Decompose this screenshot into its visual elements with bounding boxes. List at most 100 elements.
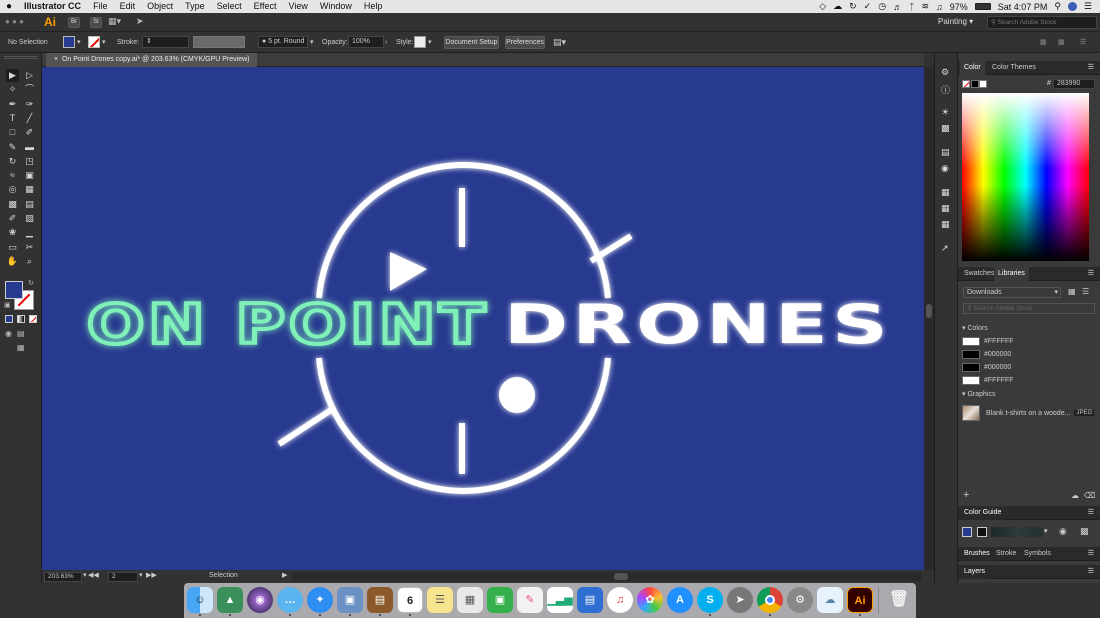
pen-tool-icon[interactable]: ✒ xyxy=(6,98,19,111)
menu-file[interactable]: File xyxy=(87,0,114,13)
shape-builder-tool-icon[interactable]: ◎ xyxy=(6,183,19,196)
stroke-swatch[interactable] xyxy=(88,36,100,48)
color-panel-menu-icon[interactable]: ☰ xyxy=(1084,61,1098,75)
timemachine-icon[interactable]: ◷ xyxy=(878,1,886,12)
artboard-dropdown-icon[interactable]: ▾ xyxy=(139,571,143,579)
scale-tool-icon[interactable]: ◳ xyxy=(23,155,36,168)
notebook-icon[interactable]: ▤ xyxy=(367,587,393,613)
align-icon[interactable]: ▦ xyxy=(941,187,953,198)
artboards-icon[interactable]: ▦ xyxy=(941,219,953,230)
scroll-thumb[interactable] xyxy=(926,304,932,318)
zoom-field[interactable]: 203.63% xyxy=(44,572,82,582)
brushes-panel-menu-icon[interactable]: ☰ xyxy=(1084,547,1098,561)
graphics-section-header[interactable]: ▾ Graphics xyxy=(962,390,995,398)
menu-view[interactable]: View xyxy=(283,0,314,13)
opacity-arrow-icon[interactable]: › xyxy=(385,36,387,49)
save-color-group-icon[interactable]: ▩ xyxy=(1080,526,1089,537)
style-label[interactable]: Style: xyxy=(396,36,414,49)
gradient-tool-icon[interactable]: ▤ xyxy=(23,198,36,211)
menu-type[interactable]: Type xyxy=(179,0,211,13)
canvas-horizontal-scrollbar[interactable] xyxy=(292,572,922,581)
stroke-dropdown-icon[interactable]: ▾ xyxy=(102,36,106,49)
menu-select[interactable]: Select xyxy=(211,0,248,13)
menu-window[interactable]: Window xyxy=(314,0,358,13)
tab-color-themes[interactable]: Color Themes xyxy=(988,61,1040,75)
eyedropper-tool-icon[interactable]: ✐ xyxy=(6,212,19,225)
next-artboard-icon[interactable]: ▶▶ xyxy=(146,571,157,579)
calendar-icon[interactable]: 6 xyxy=(397,587,423,613)
image-trace-icon[interactable]: ▩ xyxy=(941,123,953,134)
tab-stroke[interactable]: Stroke xyxy=(992,547,1020,561)
library-color-item[interactable]: #FFFFFF xyxy=(962,375,1014,386)
tab-color[interactable]: Color xyxy=(960,61,985,75)
none-mode-icon[interactable] xyxy=(29,315,37,323)
photos-icon[interactable]: ✿ xyxy=(637,587,663,613)
menu-help[interactable]: Help xyxy=(358,0,389,13)
stock-search-field[interactable]: ⚲ Search Adobe Stock xyxy=(987,16,1097,29)
app-menu[interactable]: Illustrator CC xyxy=(18,0,87,13)
arrange-documents-icon[interactable]: ▦▾ xyxy=(108,16,121,27)
library-color-item[interactable]: #FFFFFF xyxy=(962,336,1014,347)
transform-icon[interactable]: ▦ xyxy=(941,203,953,214)
tab-swatches[interactable]: Swatches xyxy=(960,267,998,281)
grid-view-icon[interactable]: ▦ xyxy=(1068,287,1076,296)
arrange-icon[interactable]: ▤▾ xyxy=(553,36,566,49)
menu-edit[interactable]: Edit xyxy=(114,0,142,13)
numbers-icon[interactable]: ▁▃▅ xyxy=(547,587,573,613)
fill-color-box[interactable] xyxy=(5,281,23,299)
library-search-field[interactable]: ⚲ Search Adobe Stock xyxy=(963,303,1095,314)
style-dropdown-icon[interactable]: ▾ xyxy=(428,36,432,49)
opacity-field[interactable]: 100% xyxy=(348,36,384,48)
notification-center-icon[interactable]: ☰ xyxy=(1084,1,1092,12)
control-options-icon[interactable]: ▦ xyxy=(1058,36,1065,49)
gpu-performance-icon[interactable]: ➤ xyxy=(136,16,144,27)
stroke-label[interactable]: Stroke: xyxy=(117,36,139,49)
siri-icon[interactable]: ◉ xyxy=(247,587,273,613)
library-graphic-item[interactable]: Blank t-shirts on a woode... JPEG xyxy=(962,405,1095,421)
magic-wand-tool-icon[interactable]: ✧ xyxy=(6,83,19,96)
color-mode-icon[interactable] xyxy=(5,315,13,323)
gradient-mode-icon[interactable] xyxy=(17,315,25,323)
type-tool-icon[interactable]: T xyxy=(6,112,19,125)
color-guide-base-swatch[interactable] xyxy=(962,527,972,537)
launchpad-icon[interactable]: ➤ xyxy=(727,587,753,613)
perspective-grid-tool-icon[interactable]: ▦ xyxy=(23,183,36,196)
hscroll-thumb[interactable] xyxy=(614,573,628,580)
graphic-style-swatch[interactable] xyxy=(414,36,426,48)
creative-cloud-sync-icon[interactable]: ☁ xyxy=(1071,491,1079,500)
fill-dropdown-icon[interactable]: ▾ xyxy=(77,36,81,49)
screen-mode-icon[interactable]: ▤ xyxy=(17,329,25,338)
facetime-icon[interactable]: ▣ xyxy=(487,587,513,613)
rectangle-tool-icon[interactable]: □ xyxy=(6,126,19,139)
pathfinder-icon[interactable]: ◉ xyxy=(941,163,953,174)
list-view-icon[interactable]: ☰ xyxy=(1082,287,1089,296)
curvature-tool-icon[interactable]: ✑ xyxy=(23,98,36,111)
itunes-icon[interactable]: ♫ xyxy=(607,587,633,613)
status-tool-label[interactable]: Selection xyxy=(209,572,238,579)
spotlight-icon[interactable]: ⚲ xyxy=(1054,1,1061,12)
libraries-panel-menu-icon[interactable]: ☰ xyxy=(1084,267,1098,281)
artboard-canvas[interactable]: ON POINT DRONES xyxy=(42,67,924,570)
color-guide-menu-icon[interactable]: ☰ xyxy=(1084,506,1098,520)
artboard-tool-icon[interactable]: ▭ xyxy=(6,241,19,254)
paintbrush-tool-icon[interactable]: ✐ xyxy=(23,126,36,139)
none-color-icon[interactable] xyxy=(962,80,970,88)
canvas-vertical-scrollbar[interactable] xyxy=(924,67,934,570)
blend-tool-icon[interactable]: ▧ xyxy=(23,212,36,225)
edit-colors-icon[interactable]: ◉ xyxy=(1059,526,1067,537)
volume-icon[interactable]: ♬ xyxy=(893,2,902,12)
slice-tool-icon[interactable]: ✂ xyxy=(23,241,36,254)
hand-tool-icon[interactable]: ✋ xyxy=(6,255,19,268)
rotate-tool-icon[interactable]: ↻ xyxy=(6,155,19,168)
harmony-strip[interactable] xyxy=(991,527,1043,537)
safari-icon[interactable]: ✦ xyxy=(307,587,333,613)
zoom-tool-icon[interactable]: ⌕ xyxy=(23,255,36,268)
color-guide-swatch[interactable] xyxy=(977,527,987,537)
tools-panel-grip[interactable] xyxy=(4,56,38,59)
messages-icon[interactable]: … xyxy=(277,587,303,613)
tab-symbols[interactable]: Symbols xyxy=(1020,547,1055,561)
finder-icon[interactable]: ☺ xyxy=(187,587,213,613)
notes-icon[interactable]: ☰ xyxy=(427,587,453,613)
brush-dropdown-icon[interactable]: ▾ xyxy=(310,36,314,49)
apple-menu-icon[interactable]: ● xyxy=(0,0,18,13)
